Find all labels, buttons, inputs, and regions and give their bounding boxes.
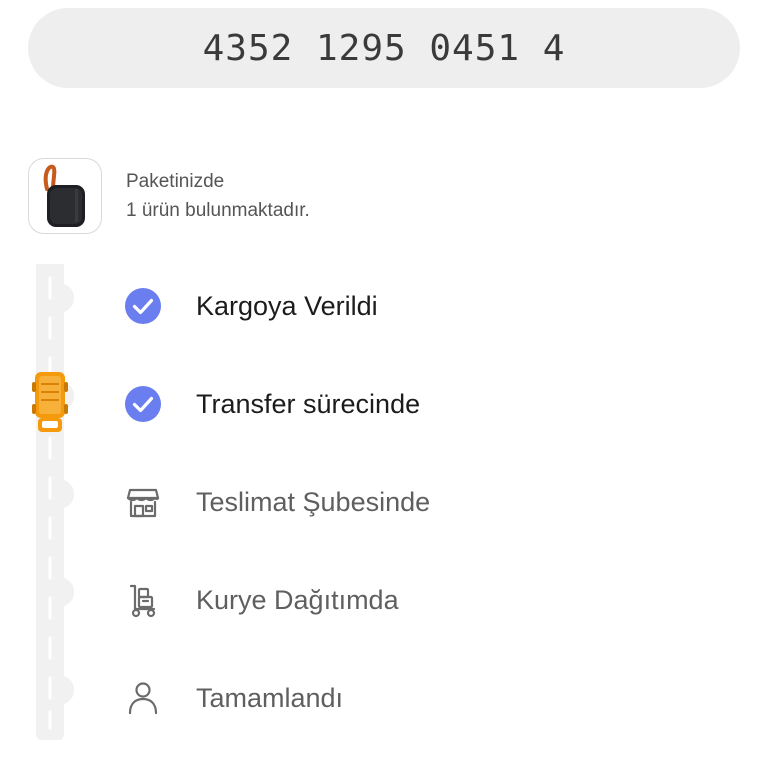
step-label: Teslimat Şubesinde xyxy=(196,486,431,517)
delivery-truck-icon xyxy=(32,372,68,432)
step-transfer-surecinde: Transfer sürecinde xyxy=(124,382,420,426)
check-circle-icon xyxy=(124,287,162,325)
step-label: Kargoya Verildi xyxy=(196,290,378,321)
package-info-line1: Paketinizde xyxy=(126,171,225,192)
store-icon xyxy=(124,483,162,521)
product-thumbnail[interactable] xyxy=(28,158,102,234)
package-info: Paketinizde 1 ürün bulunmaktadır. xyxy=(126,167,310,225)
package-summary[interactable]: Paketinizde 1 ürün bulunmaktadır. xyxy=(28,158,310,234)
check-circle-icon xyxy=(124,385,162,423)
shipment-tracking-screen: 4352 1295 0451 4 Paketinizde 1 ürün bulu… xyxy=(0,0,768,768)
package-info-line2: 1 ürün bulunmaktadır. xyxy=(126,200,310,221)
step-label: Kurye Dağıtımda xyxy=(196,584,399,615)
tracking-number-pill[interactable]: 4352 1295 0451 4 xyxy=(28,8,740,88)
step-tamamlandi: Tamamlandı xyxy=(124,676,343,720)
step-teslimat-subesinde: Teslimat Şubesinde xyxy=(124,480,430,524)
tracking-number: 4352 1295 0451 4 xyxy=(202,27,566,69)
step-label: Transfer sürecinde xyxy=(196,388,421,419)
step-kargoya-verildi: Kargoya Verildi xyxy=(124,284,378,328)
step-kurye-dagitimda: Kurye Dağıtımda xyxy=(124,578,399,622)
step-label: Tamamlandı xyxy=(196,682,344,713)
person-icon xyxy=(124,679,162,717)
speaker-product-image xyxy=(43,164,85,227)
progress-road xyxy=(36,264,74,740)
courier-dolly-icon xyxy=(124,581,162,619)
